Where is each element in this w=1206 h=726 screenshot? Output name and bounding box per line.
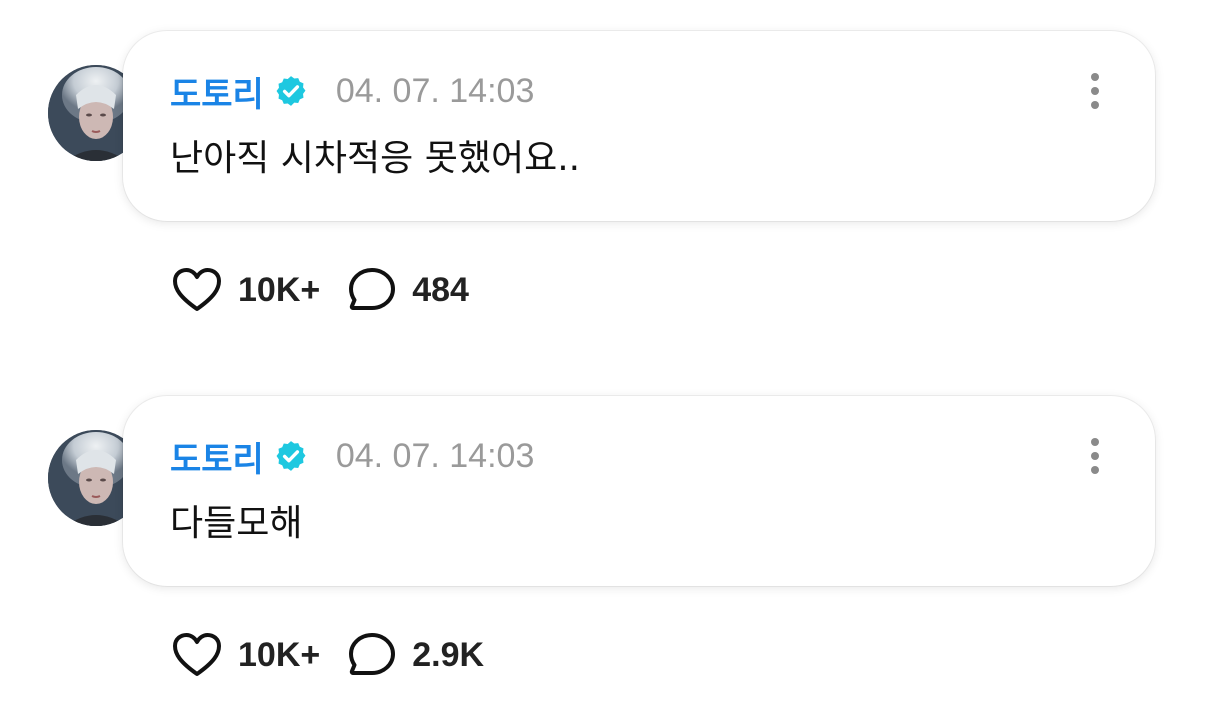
comment-text: 난아직 시차적응 못했어요.. [170, 138, 581, 179]
comment-bubble: 도토리 04. 07. 14:03 다들모해 [123, 396, 1155, 586]
heart-outline-icon [173, 268, 221, 311]
verified-badge-icon [274, 439, 308, 473]
reply-button[interactable]: 2.9K [348, 632, 484, 678]
comment-header: 도토리 04. 07. 14:03 [170, 432, 535, 481]
comment-header: 도토리 04. 07. 14:03 [170, 67, 535, 116]
comment-item: 도토리 04. 07. 14:03 난아직 시차적응 못했어요.. 10K+ 4… [0, 31, 1206, 361]
timestamp: 04. 07. 14:03 [335, 436, 535, 475]
comment-actions: 10K+ 2.9K [172, 632, 484, 678]
like-count: 10K+ [238, 635, 321, 674]
comment-text: 다들모해 [170, 503, 303, 544]
author-name[interactable]: 도토리 [170, 432, 264, 481]
comment-actions: 10K+ 484 [172, 267, 469, 313]
comment-bubble: 도토리 04. 07. 14:03 난아직 시차적응 못했어요.. [123, 31, 1155, 221]
reply-button[interactable]: 484 [348, 267, 469, 313]
like-count: 10K+ [238, 270, 321, 309]
author-name[interactable]: 도토리 [170, 67, 264, 116]
heart-outline-icon [173, 633, 221, 676]
reply-count: 484 [412, 270, 469, 309]
speech-bubble-icon [349, 633, 396, 675]
more-vertical-icon[interactable] [1083, 434, 1107, 478]
speech-bubble-icon [349, 268, 396, 310]
like-button[interactable]: 10K+ [172, 267, 320, 313]
reply-count: 2.9K [412, 635, 485, 674]
like-button[interactable]: 10K+ [172, 632, 320, 678]
timestamp: 04. 07. 14:03 [335, 71, 535, 110]
verified-badge-icon [274, 74, 308, 108]
comment-item: 도토리 04. 07. 14:03 다들모해 10K+ 2.9K [0, 396, 1206, 726]
more-vertical-icon[interactable] [1083, 69, 1107, 113]
